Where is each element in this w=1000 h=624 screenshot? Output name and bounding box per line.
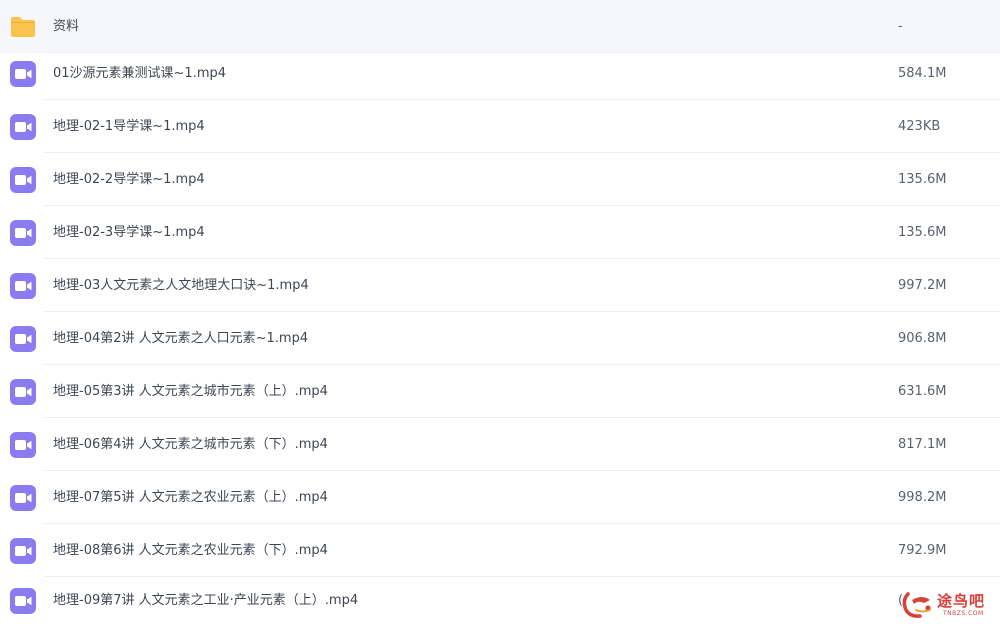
video-file-icon xyxy=(9,587,37,615)
file-name: 地理-08第6讲 人文元素之农业元素（下）.mp4 xyxy=(53,542,328,558)
file-size: 423KB xyxy=(898,118,941,134)
video-file-icon xyxy=(9,325,37,353)
file-row-video[interactable]: 地理-03人文元素之人文地理大口诀~1.mp4 997.2M xyxy=(0,259,1000,312)
video-file-icon xyxy=(9,272,37,300)
file-row-video[interactable]: 地理-06第4讲 人文元素之城市元素（下）.mp4 817.1M xyxy=(0,418,1000,471)
video-file-icon xyxy=(9,113,37,141)
file-size: 906.8M xyxy=(898,330,947,346)
file-name: 地理-04第2讲 人文元素之人口元素~1.mp4 xyxy=(53,330,309,346)
file-name: 地理-07第5讲 人文元素之农业元素（上）.mp4 xyxy=(53,489,328,505)
file-size: 792.9M xyxy=(898,542,947,558)
video-file-icon xyxy=(9,537,37,565)
video-file-icon xyxy=(9,219,37,247)
file-list: 资料 - 01沙源元素兼测试课~1.mp4 584.1M 地理-02-1导学课~… xyxy=(0,0,1000,624)
file-row-video[interactable]: 地理-07第5讲 人文元素之农业元素（上）.mp4 998.2M xyxy=(0,471,1000,524)
video-file-icon xyxy=(9,484,37,512)
file-size: - xyxy=(898,18,903,34)
file-row-video[interactable]: 地理-02-2导学课~1.mp4 135.6M xyxy=(0,153,1000,206)
file-row-video[interactable]: 地理-08第6讲 人文元素之农业元素（下）.mp4 792.9M xyxy=(0,524,1000,577)
video-file-icon xyxy=(9,431,37,459)
file-name: 地理-02-2导学课~1.mp4 xyxy=(53,171,205,187)
file-size: 997.2M xyxy=(898,277,947,293)
file-size: 135.6M xyxy=(898,171,947,187)
file-row-video[interactable]: 地理-05第3讲 人文元素之城市元素（上）.mp4 631.6M xyxy=(0,365,1000,418)
file-row-video[interactable]: 地理-02-3导学课~1.mp4 135.6M xyxy=(0,206,1000,259)
file-size: ( xyxy=(898,592,904,608)
file-size: 584.1M xyxy=(898,65,947,81)
file-name: 01沙源元素兼测试课~1.mp4 xyxy=(53,65,227,81)
file-row-video[interactable]: 地理-09第7讲 人文元素之工业·产业元素（上）.mp4 ( xyxy=(0,577,1000,624)
file-size: 817.1M xyxy=(898,436,947,452)
file-name: 资料 xyxy=(53,18,80,34)
file-name: 地理-02-3导学课~1.mp4 xyxy=(53,224,205,240)
file-name: 地理-06第4讲 人文元素之城市元素（下）.mp4 xyxy=(53,436,328,452)
video-file-icon xyxy=(9,378,37,406)
file-size: 998.2M xyxy=(898,489,947,505)
file-row-video[interactable]: 地理-04第2讲 人文元素之人口元素~1.mp4 906.8M xyxy=(0,312,1000,365)
file-size: 631.6M xyxy=(898,383,947,399)
file-size: 135.6M xyxy=(898,224,947,240)
video-file-icon xyxy=(9,60,37,88)
folder-icon xyxy=(9,13,37,41)
file-name: 地理-05第3讲 人文元素之城市元素（上）.mp4 xyxy=(53,383,328,399)
file-row-folder[interactable]: 资料 - xyxy=(0,0,1000,53)
file-row-video[interactable]: 01沙源元素兼测试课~1.mp4 584.1M xyxy=(0,47,1000,100)
video-file-icon xyxy=(9,166,37,194)
file-name: 地理-09第7讲 人文元素之工业·产业元素（上）.mp4 xyxy=(53,592,359,608)
file-name: 地理-03人文元素之人文地理大口诀~1.mp4 xyxy=(53,277,309,293)
file-row-video[interactable]: 地理-02-1导学课~1.mp4 423KB xyxy=(0,100,1000,153)
file-name: 地理-02-1导学课~1.mp4 xyxy=(53,118,205,134)
